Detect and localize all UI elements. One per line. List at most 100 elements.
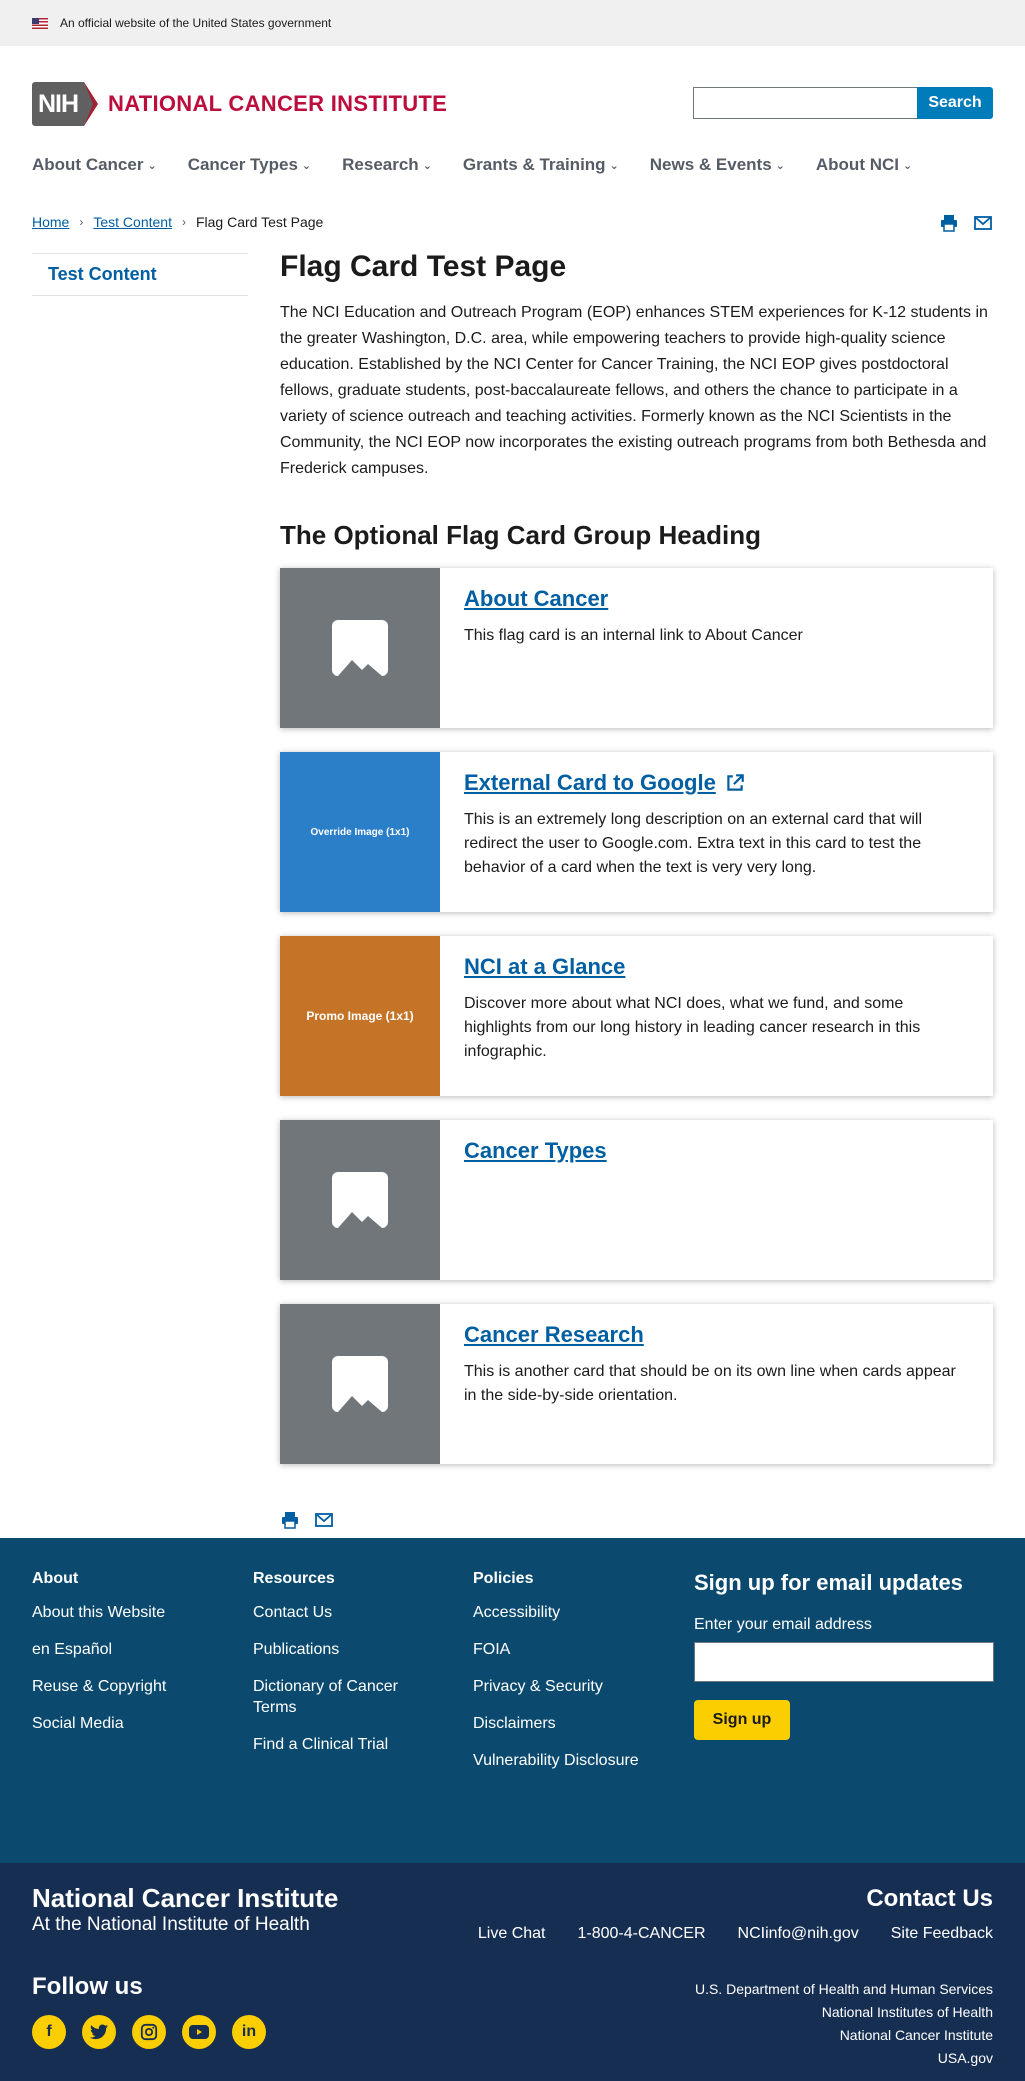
site-footer: About About this Website en Español Reus… — [0, 1538, 1025, 1863]
footer-link[interactable]: Accessibility — [473, 1602, 683, 1623]
footer-heading: About — [32, 1570, 79, 1587]
breadcrumb-separator-icon: › — [181, 215, 186, 229]
flag-card[interactable]: Override Image (1x1) External Card to Go… — [280, 752, 993, 912]
email-icon[interactable] — [314, 1510, 334, 1530]
footer-link[interactable]: Vulnerability Disclosure — [473, 1750, 683, 1771]
nav-about-cancer[interactable]: About Cancer ⌄ — [32, 155, 157, 175]
contact-phone[interactable]: 1-800-4-CANCER — [577, 1925, 705, 1943]
org-subtitle: At the National Institute of Health — [32, 1914, 310, 1935]
nav-research[interactable]: Research ⌄ — [342, 155, 432, 175]
nav-grants-training[interactable]: Grants & Training ⌄ — [463, 155, 619, 175]
flag-card-group-heading: The Optional Flag Card Group Heading — [280, 520, 762, 550]
print-icon[interactable] — [280, 1510, 300, 1530]
nci-logo[interactable]: NIH NATIONAL CANCER INSTITUTE — [32, 82, 447, 126]
footer-link[interactable]: Privacy & Security — [473, 1676, 683, 1697]
us-flag-icon — [32, 17, 48, 29]
site-search: Search — [693, 87, 993, 119]
search-input[interactable] — [693, 87, 917, 119]
linkedin-icon[interactable]: in — [232, 2015, 266, 2049]
gov-banner: An official website of the United States… — [0, 0, 1025, 46]
email-field[interactable] — [694, 1642, 994, 1682]
signup-button[interactable]: Sign up — [694, 1700, 790, 1740]
image-placeholder-icon — [332, 620, 388, 676]
card-title-link[interactable]: Cancer Types — [464, 1138, 607, 1164]
search-button[interactable]: Search — [917, 87, 993, 119]
image-placeholder-icon — [332, 1356, 388, 1412]
footer-link[interactable]: Reuse & Copyright — [32, 1676, 232, 1697]
email-label: Enter your email address — [694, 1616, 872, 1633]
card-title-link[interactable]: NCI at a Glance — [464, 954, 625, 980]
footer-link[interactable]: Contact Us — [253, 1602, 443, 1623]
instagram-icon[interactable] — [132, 2015, 166, 2049]
card-image-text: Override Image (1x1) — [310, 826, 410, 838]
footer-link[interactable]: en Español — [32, 1639, 232, 1660]
sidenav-item-test-content[interactable]: Test Content — [48, 264, 157, 284]
flag-card[interactable]: Cancer Types — [280, 1120, 993, 1280]
flag-card[interactable]: Cancer Research This is another card tha… — [280, 1304, 993, 1464]
card-image: Promo Image (1x1) — [280, 936, 440, 1096]
share-tools-bottom — [280, 1510, 334, 1530]
chevron-down-icon: ⌄ — [422, 159, 432, 172]
chevron-down-icon: ⌄ — [609, 159, 619, 172]
chevron-down-icon: ⌄ — [147, 159, 157, 172]
agency-link-usagov[interactable]: USA.gov — [695, 2047, 993, 2070]
social-links: f in — [32, 2015, 266, 2049]
footer-bottom: National Cancer Institute At the Nationa… — [0, 1863, 1025, 2081]
agency-link-nih[interactable]: National Institutes of Health — [695, 2001, 993, 2024]
contact-live-chat[interactable]: Live Chat — [478, 1925, 546, 1943]
card-image — [280, 1304, 440, 1464]
org-name: National Cancer Institute — [32, 1883, 339, 1913]
agency-links: U.S. Department of Health and Human Serv… — [695, 1978, 993, 2070]
card-image-text: Promo Image (1x1) — [306, 1009, 414, 1023]
card-description: This is an extremely long description on… — [464, 811, 922, 876]
email-icon[interactable] — [973, 213, 993, 233]
print-icon[interactable] — [939, 213, 959, 233]
card-title-link[interactable]: External Card to Google — [464, 770, 746, 796]
footer-heading: Policies — [473, 1570, 534, 1587]
facebook-icon[interactable]: f — [32, 2015, 66, 2049]
breadcrumb-home[interactable]: Home — [32, 214, 69, 230]
card-title-link[interactable]: About Cancer — [464, 586, 608, 612]
contact-title: Contact Us — [866, 1885, 993, 1912]
footer-link[interactable]: About this Website — [32, 1602, 232, 1623]
footer-link[interactable]: Publications — [253, 1639, 443, 1660]
contact-site-feedback[interactable]: Site Feedback — [891, 1925, 993, 1943]
contact-links: Live Chat 1-800-4-CANCER NCIinfo@nih.gov… — [478, 1925, 993, 1943]
chevron-down-icon: ⌄ — [775, 159, 785, 172]
agency-link-nci[interactable]: National Cancer Institute — [695, 2024, 993, 2047]
card-description: This flag card is an internal link to Ab… — [464, 627, 803, 644]
footer-link[interactable]: FOIA — [473, 1639, 683, 1660]
gov-banner-text: An official website of the United States… — [60, 16, 332, 30]
card-image: Override Image (1x1) — [280, 752, 440, 912]
footer-link[interactable]: Disclaimers — [473, 1713, 683, 1734]
chevron-down-icon: ⌄ — [902, 159, 913, 172]
nav-cancer-types[interactable]: Cancer Types ⌄ — [188, 155, 311, 175]
share-tools-top — [939, 213, 993, 233]
flag-card[interactable]: Promo Image (1x1) NCI at a Glance Discov… — [280, 936, 993, 1096]
footer-resources: Resources Contact Us Publications Dictio… — [253, 1570, 443, 1771]
chevron-down-icon: ⌄ — [301, 159, 312, 172]
card-description: Discover more about what NCI does, what … — [464, 995, 921, 1060]
footer-link[interactable]: Find a Clinical Trial — [253, 1734, 443, 1755]
nav-about-nci[interactable]: About NCI ⌄ — [816, 155, 912, 175]
breadcrumb-separator-icon: › — [79, 215, 84, 229]
footer-heading: Resources — [253, 1570, 335, 1587]
flag-card[interactable]: About Cancer This flag card is an intern… — [280, 568, 993, 728]
contact-email[interactable]: NCIinfo@nih.gov — [738, 1925, 859, 1943]
footer-link[interactable]: Dictionary of Cancer Terms — [253, 1676, 443, 1718]
breadcrumb-section[interactable]: Test Content — [93, 214, 172, 230]
agency-link-hhs[interactable]: U.S. Department of Health and Human Serv… — [695, 1978, 993, 2001]
footer-link[interactable]: Social Media — [32, 1713, 232, 1734]
side-nav: Test Content — [32, 253, 248, 296]
breadcrumb-current: Flag Card Test Page — [195, 214, 324, 230]
footer-about: About About this Website en Español Reus… — [32, 1570, 232, 1750]
logo-text: NATIONAL CANCER INSTITUTE — [108, 91, 448, 116]
page-title: Flag Card Test Page — [280, 250, 567, 283]
main-nav: About Cancer ⌄ Cancer Types ⌄ Research ⌄ Gr… — [32, 155, 943, 175]
youtube-icon[interactable] — [182, 2015, 216, 2049]
card-image — [280, 568, 440, 728]
twitter-icon[interactable] — [82, 2015, 116, 2049]
main-content: Flag Card Test Page The NCI Education an… — [280, 250, 993, 1488]
nav-news-events[interactable]: News & Events ⌄ — [650, 155, 785, 175]
card-title-link[interactable]: Cancer Research — [464, 1322, 644, 1348]
